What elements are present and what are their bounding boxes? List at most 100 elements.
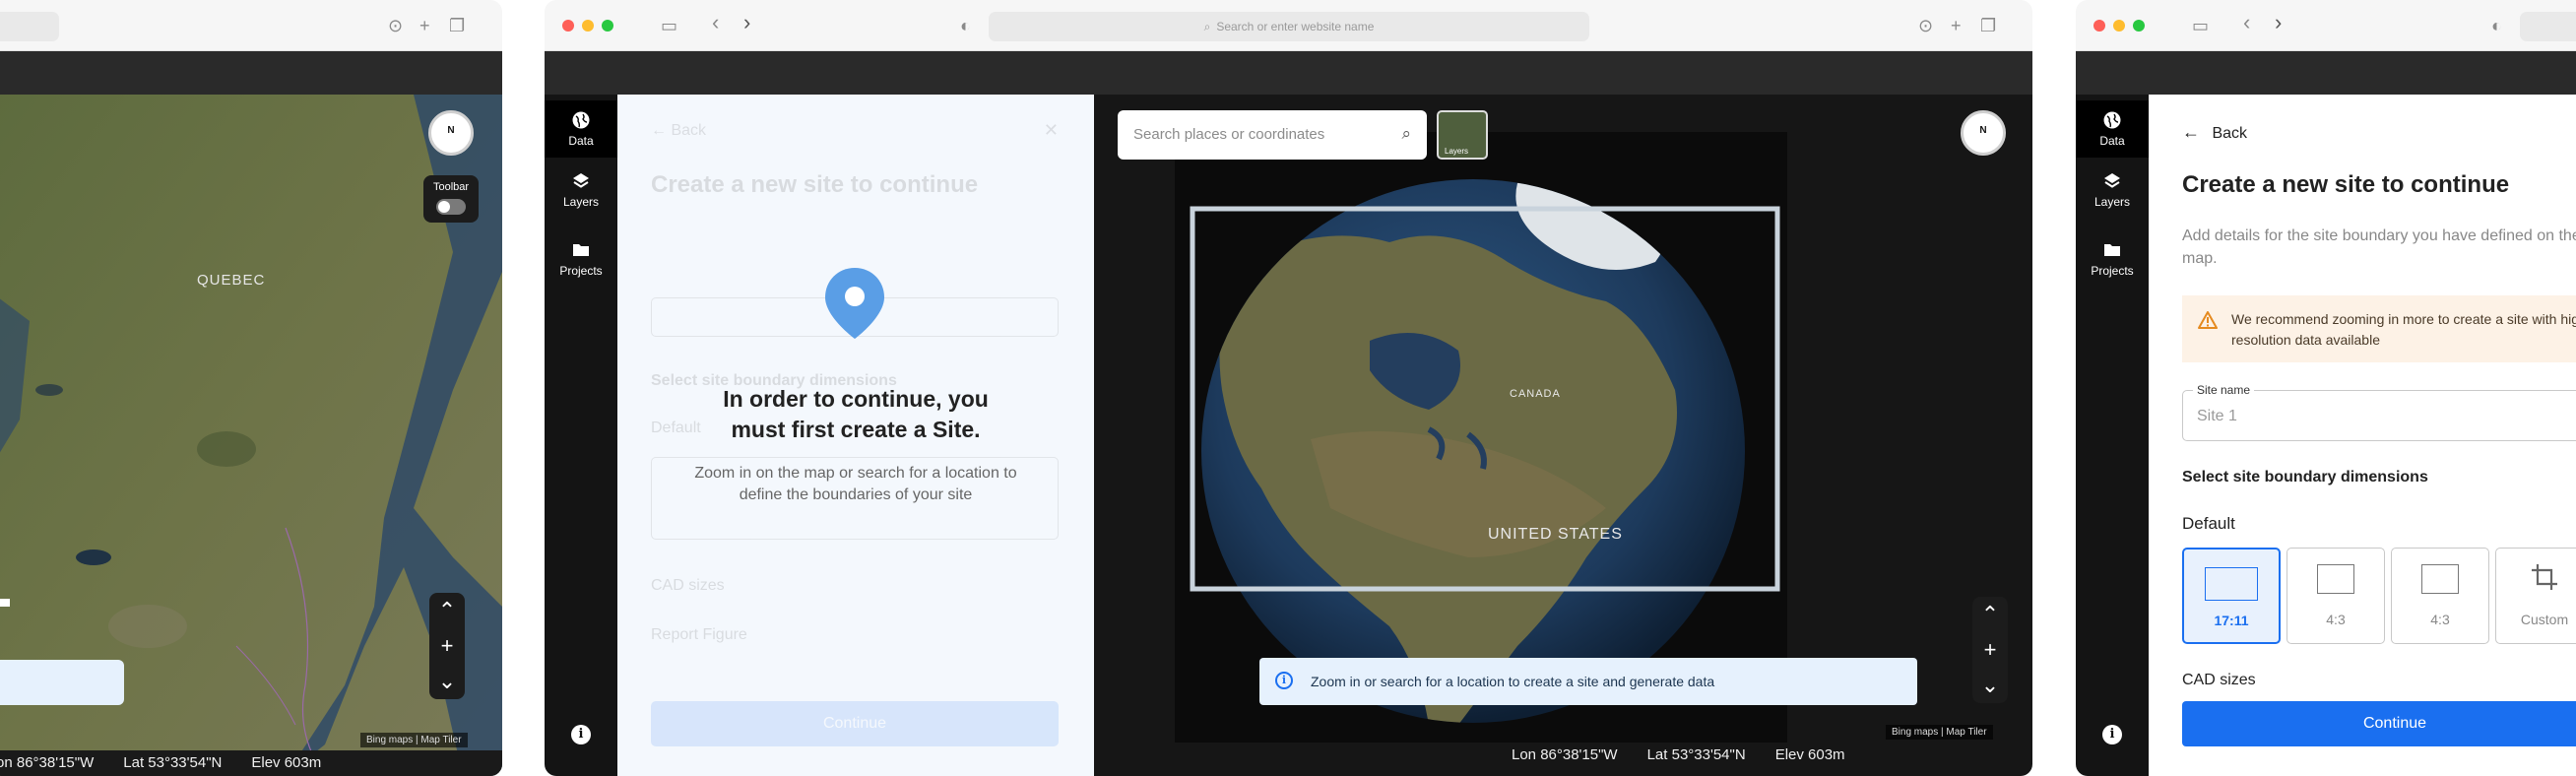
search-input[interactable]: Search places or coordinates xyxy=(1133,126,1324,143)
compass-button[interactable]: N xyxy=(428,110,474,156)
info-icon[interactable]: i xyxy=(2102,725,2122,744)
search-box[interactable]: Search places or coordinates ⌕ xyxy=(1118,110,1427,160)
info-icon[interactable]: i xyxy=(571,725,591,744)
download-icon[interactable]: ⊙ xyxy=(388,16,403,35)
privacy-shield-icon: ◐ xyxy=(960,16,971,35)
dimension-card-4-3-alt[interactable]: 4:3 xyxy=(2391,548,2489,644)
close-window-button[interactable] xyxy=(2093,20,2105,32)
map-attribution: Bing maps | Map Tiler xyxy=(360,733,468,747)
search-icon[interactable]: ⌕ xyxy=(1401,124,1411,144)
minimize-window-button[interactable] xyxy=(2113,20,2125,32)
map-label-canada: CANADA xyxy=(1510,388,1561,400)
continue-button[interactable]: Continue xyxy=(2182,701,2576,746)
app-header xyxy=(545,51,2032,95)
forward-nav-icon[interactable]: › xyxy=(2275,12,2282,33)
info-circle-icon: i xyxy=(1275,672,1293,689)
rail-item-data[interactable]: Data xyxy=(2076,100,2149,158)
warning-banner: We recommend zooming in more to create a… xyxy=(2182,295,2576,362)
zoom-controls: ⌃ + ⌄ xyxy=(429,593,465,699)
rail-item-layers[interactable]: Layers xyxy=(545,162,617,219)
title-bar: ⊙ + ❐ xyxy=(0,0,502,51)
privacy-shield-icon: ◐ xyxy=(2491,16,2502,35)
globe-icon xyxy=(572,111,590,129)
site-name-input[interactable]: Site 1 xyxy=(2197,408,2237,425)
warning-text: We recommend zooming in more to create a… xyxy=(2231,311,2576,348)
elevation: Elev 603m xyxy=(251,754,322,771)
overlay-body: Zoom in on the map or search for a locat… xyxy=(694,465,1017,503)
maptiler-attribution[interactable]: Map Tiler xyxy=(420,735,461,745)
maximize-window-button[interactable] xyxy=(602,20,613,32)
zoom-down-button[interactable]: ⌄ xyxy=(1972,668,2008,703)
faded-continue-button: Continue xyxy=(651,701,1059,746)
compass-button[interactable]: N xyxy=(1961,110,2006,156)
sidebar-toggle-icon[interactable]: ▭ xyxy=(2192,16,2209,35)
bing-attribution[interactable]: Bing maps xyxy=(366,735,413,745)
back-nav-icon[interactable]: ‹ xyxy=(2243,12,2250,33)
url-bar[interactable] xyxy=(2520,12,2576,41)
ratio-shape xyxy=(2421,564,2459,594)
back-label: Back xyxy=(2212,125,2248,142)
arrow-left-icon: ← xyxy=(2182,122,2200,142)
maximize-window-button[interactable] xyxy=(2133,20,2145,32)
info-banner: i Zoom in or search for a location to cr… xyxy=(1259,658,1917,705)
bing-attribution[interactable]: Bing maps xyxy=(1892,727,1938,738)
globe-icon xyxy=(2103,111,2121,129)
dimension-card-custom[interactable]: Custom xyxy=(2495,548,2576,644)
coordinate-readout: Lon 86°38'15"W Lat 53°33'54"N Elev 603m xyxy=(1512,746,1845,763)
zoom-down-button[interactable]: ⌄ xyxy=(429,664,465,699)
tabs-overview-icon[interactable]: ❐ xyxy=(449,16,465,35)
map-label-united-states: UNITED STATES xyxy=(1488,526,1623,543)
browser-window-left: ⊙ + ❐ QUEBEC N Toolbar ⌃ + ⌄ Bing maps |… xyxy=(0,0,502,776)
new-tab-icon[interactable]: + xyxy=(419,16,430,35)
toolbar-toggle[interactable] xyxy=(436,199,466,215)
map-label-quebec: QUEBEC xyxy=(197,272,266,289)
dimension-card-17-11[interactable]: 17:11 xyxy=(2182,548,2281,644)
map-attribution: Bing maps | Map Tiler xyxy=(1886,725,1993,740)
cad-sizes-label: CAD sizes xyxy=(2182,672,2256,688)
layers-thumb-label: Layers xyxy=(1445,147,1469,156)
url-bar[interactable]: ⌕ Search or enter website name xyxy=(989,12,1589,41)
rail-item-projects[interactable]: Projects xyxy=(2076,230,2149,288)
url-bar[interactable] xyxy=(0,12,59,41)
latitude: Lat 53°33'54"N xyxy=(123,754,223,771)
zoom-up-button[interactable]: ⌃ xyxy=(429,593,465,628)
back-nav-icon[interactable]: ‹ xyxy=(712,12,719,33)
url-placeholder: Search or enter website name xyxy=(1216,20,1375,33)
rail-item-layers[interactable]: Layers xyxy=(2076,162,2149,219)
panel-subtitle: Add details for the site boundary you ha… xyxy=(2182,227,2576,267)
close-window-button[interactable] xyxy=(562,20,574,32)
zoom-in-button[interactable]: + xyxy=(1972,632,2008,668)
map-marker xyxy=(0,599,10,607)
maptiler-attribution[interactable]: Map Tiler xyxy=(1946,727,1986,738)
title-bar: ▭ ‹ › ◐ xyxy=(2076,0,2576,51)
tabs-overview-icon[interactable]: ❐ xyxy=(1980,16,1996,35)
coords-bar: on 86°38'15"W Lat 53°33'54"N Elev 603m xyxy=(0,750,502,776)
site-name-field[interactable]: Site name Site 1 xyxy=(2182,383,2576,441)
map-view[interactable]: CANADA UNITED STATES Search places or co… xyxy=(1094,95,2032,776)
zoom-up-button[interactable]: ⌃ xyxy=(1972,597,2008,632)
site-panel-overlay: ← Back ✕ Create a new site to continue S… xyxy=(617,95,1094,776)
dimension-card-4-3[interactable]: 4:3 xyxy=(2286,548,2385,644)
rail-label: Projects xyxy=(559,264,603,278)
new-tab-icon[interactable]: + xyxy=(1951,16,1962,35)
zoom-controls: ⌃ + ⌄ xyxy=(1972,597,2008,703)
continue-label: Continue xyxy=(2362,715,2427,732)
toolbar-toggle-panel: Toolbar xyxy=(423,175,479,223)
minimize-window-button[interactable] xyxy=(582,20,594,32)
download-icon[interactable]: ⊙ xyxy=(1918,16,1933,35)
layers-thumbnail-button[interactable]: Layers xyxy=(1437,110,1488,160)
forward-nav-icon[interactable]: › xyxy=(743,12,750,33)
sidebar-toggle-icon[interactable]: ▭ xyxy=(661,16,677,35)
faded-close-icon: ✕ xyxy=(1043,120,1059,140)
url-search-icon: ⌕ xyxy=(1203,19,1211,33)
map-search-banner xyxy=(0,660,124,705)
rail-item-projects[interactable]: Projects xyxy=(545,230,617,288)
faded-title: Create a new site to continue xyxy=(651,171,979,198)
rail-label: Layers xyxy=(2093,195,2131,209)
map-view[interactable]: QUEBEC N Toolbar ⌃ + ⌄ Bing maps | Map T… xyxy=(0,95,502,776)
back-link[interactable]: ← Back xyxy=(2182,122,2247,143)
default-label: Default xyxy=(2182,514,2235,533)
rail-item-data[interactable]: Data xyxy=(545,100,617,158)
compass-north-label: N xyxy=(447,125,455,136)
zoom-in-button[interactable]: + xyxy=(429,628,465,664)
